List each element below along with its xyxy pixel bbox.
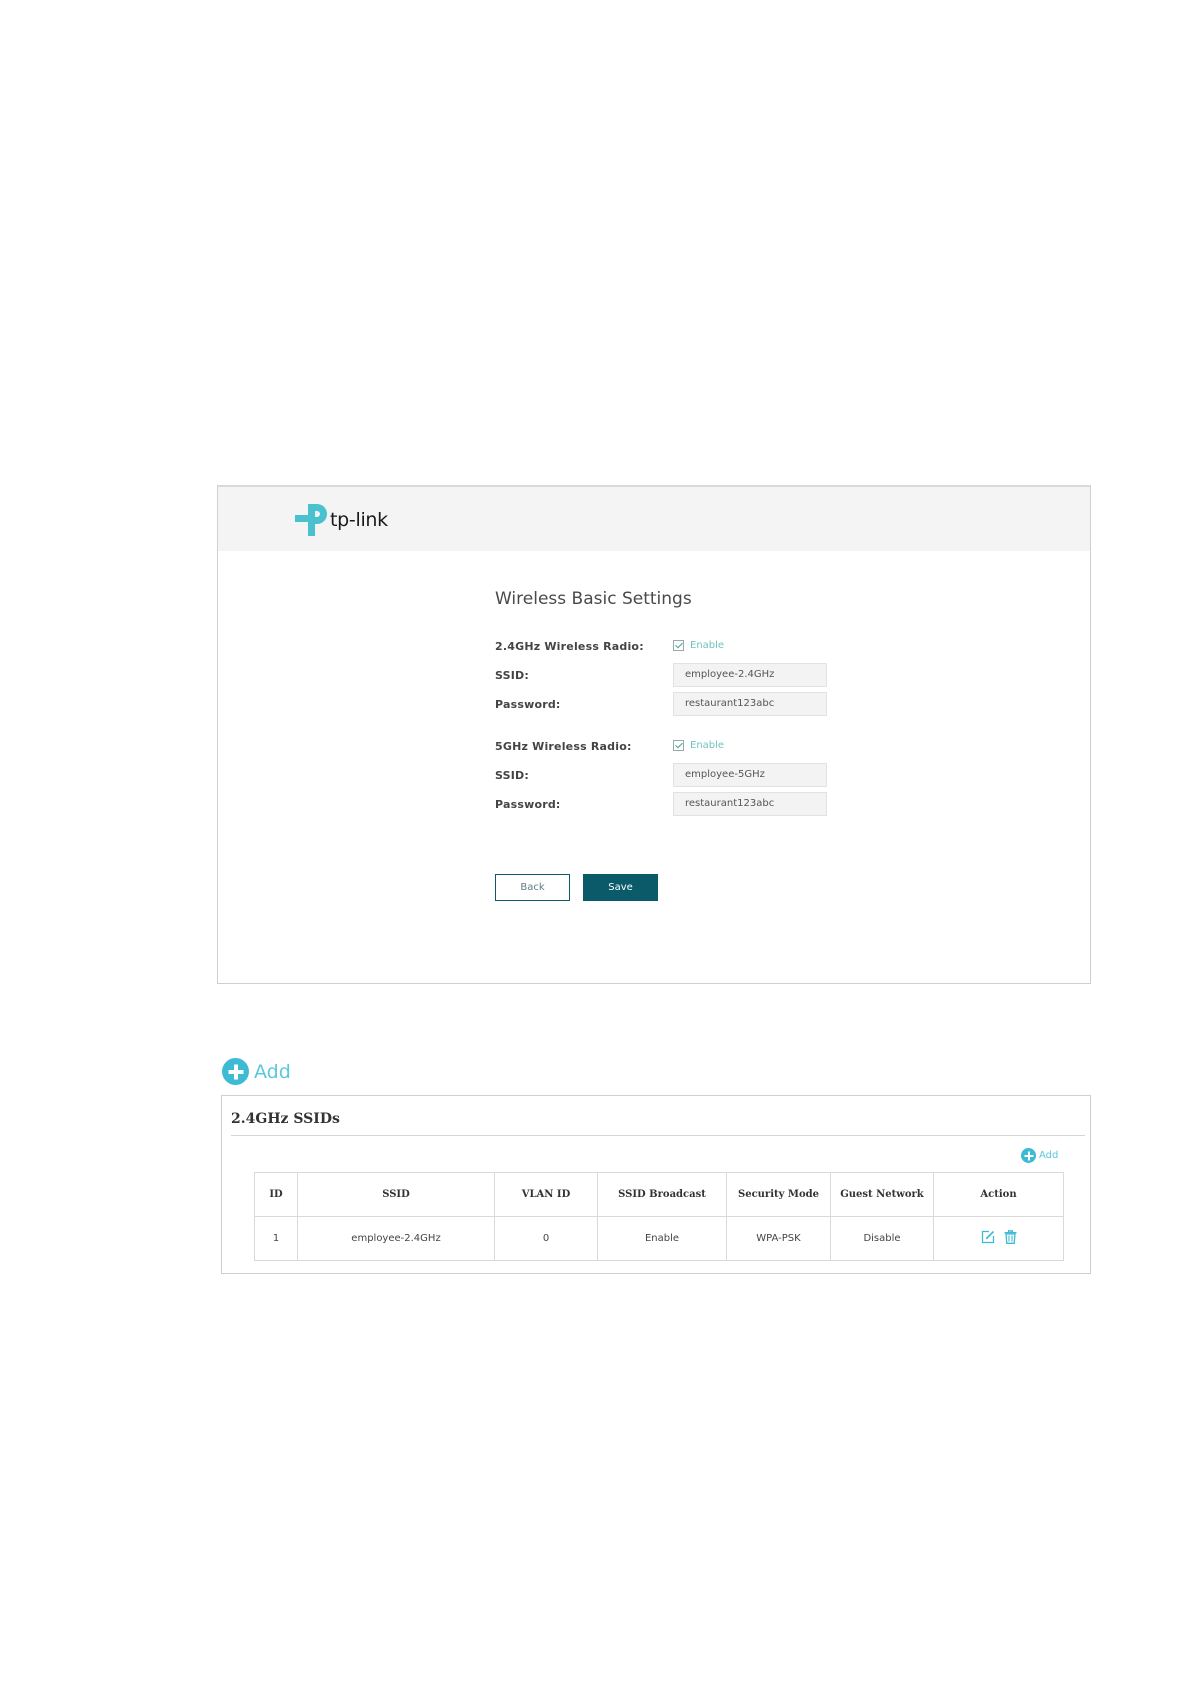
add-ssid-button[interactable]: Add [1021,1148,1058,1163]
column-header-action: Action [933,1172,1064,1217]
cell-action [933,1216,1064,1261]
add-button[interactable]: Add [222,1058,291,1085]
tp-link-logo-icon [295,504,327,536]
password-24-label: Password: [495,698,561,711]
plus-circle-icon [222,1058,249,1085]
table-row[interactable]: 1 employee-2.4GHz 0 Enable WPA-PSK Disab… [254,1216,1064,1261]
delete-icon[interactable] [1004,1230,1017,1244]
radio-5-enable-label: Enable [690,740,725,751]
cell-guest-network: Disable [830,1216,934,1261]
column-header-id: ID [254,1172,298,1217]
back-button[interactable]: Back [495,874,570,901]
panel-header: tp-link [218,487,1090,551]
cell-vlan-id: 0 [494,1216,598,1261]
ssid-section-title: 2.4GHz SSIDs [231,1111,340,1127]
divider [231,1135,1085,1136]
wireless-settings-panel: tp-link [217,485,1091,984]
radio-24-enable[interactable]: Enable [673,640,724,651]
tp-link-logo: tp-link [294,502,388,538]
cell-ssid: employee-2.4GHz [297,1216,495,1261]
radio-5-checkbox[interactable] [673,740,684,751]
password-24-input[interactable]: restaurant123abc [673,692,827,716]
password-5-label: Password: [495,798,561,811]
ssid-24-input[interactable]: employee-2.4GHz [673,663,827,687]
add-ssid-label: Add [1039,1150,1059,1161]
column-header-guest-network: Guest Network [830,1172,934,1217]
cell-security-mode: WPA-PSK [726,1216,831,1261]
cell-ssid-broadcast: Enable [597,1216,727,1261]
column-header-ssid: SSID [297,1172,495,1217]
ssid-24-label: SSID: [495,669,529,682]
column-header-security-mode: Security Mode [726,1172,831,1217]
plus-circle-icon [1021,1148,1036,1163]
logo-text: tp-link [330,509,388,531]
radio-24-label: 2.4GHz Wireless Radio: [495,640,644,653]
page-title: Wireless Basic Settings [495,589,692,609]
ssid-5-input[interactable]: employee-5GHz [673,763,827,787]
radio-5-label: 5GHz Wireless Radio: [495,740,632,753]
ssid-table: ID SSID VLAN ID SSID Broadcast Security … [254,1172,1064,1261]
ssid-5-label: SSID: [495,769,529,782]
radio-24-checkbox[interactable] [673,640,684,651]
password-5-input[interactable]: restaurant123abc [673,792,827,816]
column-header-ssid-broadcast: SSID Broadcast [597,1172,727,1217]
cell-id: 1 [254,1216,298,1261]
radio-5-enable[interactable]: Enable [673,740,724,751]
radio-24-enable-label: Enable [690,640,725,651]
add-button-label: Add [254,1060,291,1083]
save-button[interactable]: Save [583,874,658,901]
edit-icon[interactable] [981,1230,995,1244]
table-header-row: ID SSID VLAN ID SSID Broadcast Security … [254,1172,1064,1217]
column-header-vlan-id: VLAN ID [494,1172,598,1217]
